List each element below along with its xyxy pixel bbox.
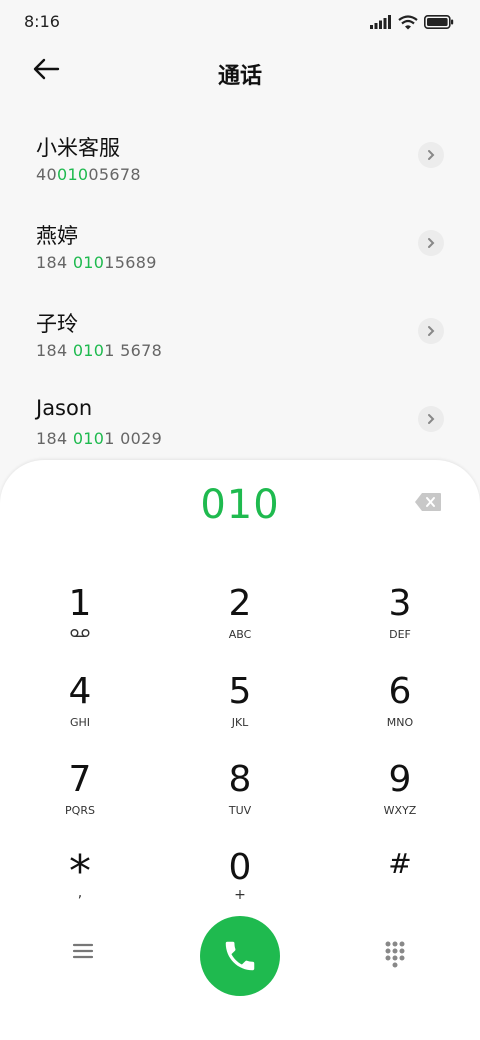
contact-name: Jason xyxy=(36,396,93,420)
chevron-right-icon xyxy=(428,238,435,248)
header: 通话 xyxy=(0,44,480,100)
contact-number: 184 01015689 xyxy=(36,253,157,272)
key-letters: TUV xyxy=(228,804,252,817)
contact-detail-button[interactable] xyxy=(418,230,444,256)
contact-number: 184 0101 0029 xyxy=(36,429,163,448)
contact-item[interactable]: 燕婷 184 01015689 xyxy=(0,206,480,294)
menu-button[interactable] xyxy=(72,942,98,968)
key-letters: + xyxy=(234,887,246,903)
key-digit: 7 xyxy=(68,759,92,800)
key-letters: , xyxy=(77,885,83,901)
key-5[interactable]: 5 JKL xyxy=(160,672,320,760)
key-letters: MNO xyxy=(386,716,414,729)
contact-name: 子玲 xyxy=(36,312,78,336)
key-digit: 0 xyxy=(228,847,252,888)
status-icons xyxy=(370,12,454,32)
contact-item[interactable]: 小米客服 4001005678 xyxy=(0,118,480,206)
voicemail-icon xyxy=(70,629,90,637)
key-letters: PQRS xyxy=(65,804,95,817)
key-letters: ABC xyxy=(228,628,252,641)
signal-icon xyxy=(370,15,391,29)
battery-icon xyxy=(424,15,454,29)
key-digit: 8 xyxy=(228,759,252,800)
keypad-toggle-button[interactable] xyxy=(384,940,406,970)
contact-name: 小米客服 xyxy=(36,136,120,160)
key-6[interactable]: 6 MNO xyxy=(320,672,480,760)
key-digit: # xyxy=(388,847,412,880)
call-button[interactable] xyxy=(200,916,280,996)
key-digit: 6 xyxy=(388,671,412,712)
contact-number: 184 0101 5678 xyxy=(36,341,163,360)
phone-icon xyxy=(225,941,255,971)
keypad-icon xyxy=(385,941,405,968)
key-letters: DEF xyxy=(389,628,411,641)
key-1[interactable]: 1 xyxy=(0,584,160,672)
contact-detail-button[interactable] xyxy=(418,318,444,344)
contact-suggestions: 小米客服 4001005678 燕婷 184 01015689 子玲 184 0… xyxy=(0,118,480,470)
key-letters: GHI xyxy=(69,716,91,729)
entered-number: 010 xyxy=(200,482,280,528)
backspace-button[interactable] xyxy=(414,492,442,512)
chevron-right-icon xyxy=(428,414,435,424)
status-time: 8:16 xyxy=(24,12,60,31)
wifi-icon xyxy=(398,14,418,29)
status-bar: 8:16 xyxy=(0,0,480,44)
key-digit: 5 xyxy=(228,671,252,712)
contact-item[interactable]: 子玲 184 0101 5678 xyxy=(0,294,480,382)
key-3[interactable]: 3 DEF xyxy=(320,584,480,672)
key-digit: 9 xyxy=(388,759,412,800)
menu-icon xyxy=(72,943,94,959)
page-title: 通话 xyxy=(217,64,262,89)
key-digit: 2 xyxy=(228,583,252,624)
contact-number: 4001005678 xyxy=(36,165,141,184)
contact-item[interactable]: Jason 184 0101 0029 xyxy=(0,382,480,470)
chevron-right-icon xyxy=(428,150,435,160)
dialpad-panel: 010 1 2 ABC 3 DEF 4 GHI 5 JKL 6 MNO 7 PQ… xyxy=(0,460,480,1040)
key-4[interactable]: 4 GHI xyxy=(0,672,160,760)
key-digit: 3 xyxy=(388,583,412,624)
contact-name: 燕婷 xyxy=(36,224,78,248)
backspace-icon xyxy=(415,493,441,511)
key-7[interactable]: 7 PQRS xyxy=(0,760,160,848)
key-digit: 1 xyxy=(68,583,92,624)
key-8[interactable]: 8 TUV xyxy=(160,760,320,848)
key-letters: JKL xyxy=(231,716,249,729)
key-letters: WXYZ xyxy=(383,804,417,817)
key-2[interactable]: 2 ABC xyxy=(160,584,320,672)
contact-detail-button[interactable] xyxy=(418,406,444,432)
key-digit: 4 xyxy=(68,671,92,712)
chevron-right-icon xyxy=(428,326,435,336)
call-action-row xyxy=(0,916,480,996)
key-9[interactable]: 9 WXYZ xyxy=(320,760,480,848)
contact-detail-button[interactable] xyxy=(418,142,444,168)
